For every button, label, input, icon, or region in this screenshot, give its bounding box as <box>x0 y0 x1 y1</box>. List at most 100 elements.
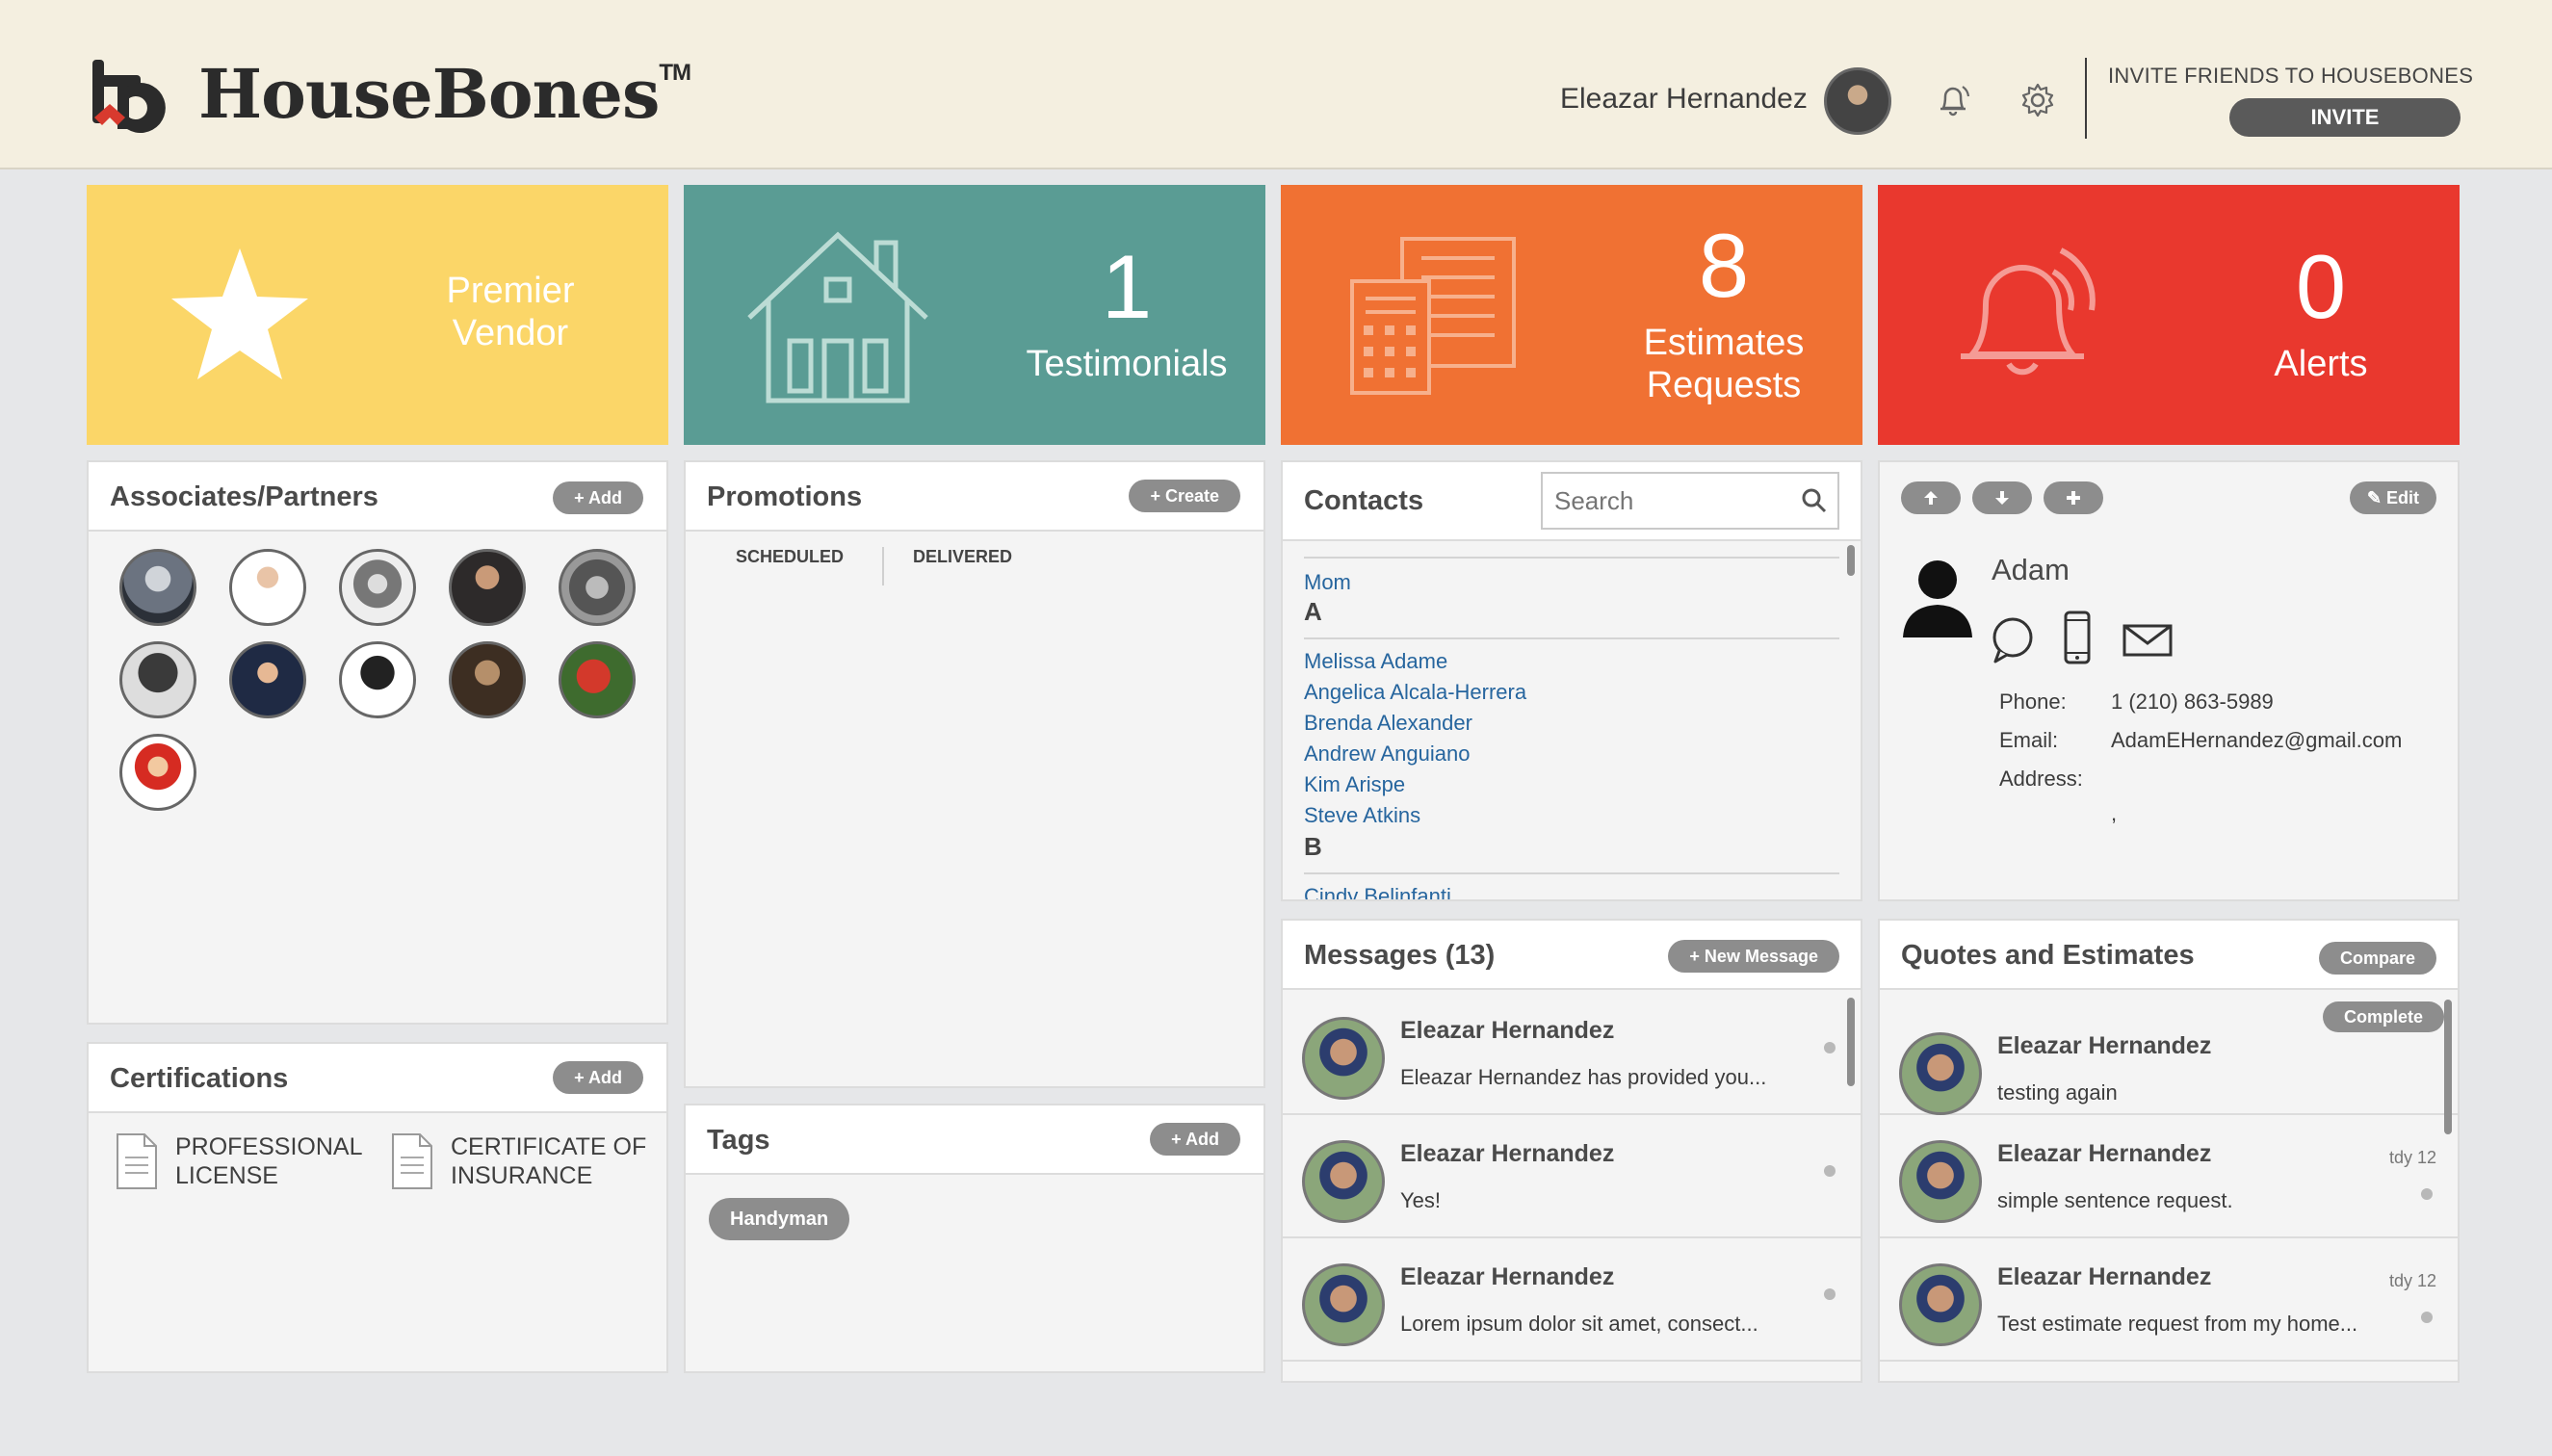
requester-avatar <box>1899 1032 1982 1115</box>
contacts-scrollbar[interactable] <box>1847 545 1855 576</box>
requester-name: Eleazar Hernandez <box>1997 1140 2212 1167</box>
associate-avatar[interactable] <box>229 549 306 626</box>
message-item[interactable]: Eleazar Hernandez Eleazar Hernandez has … <box>1283 992 1861 1115</box>
add-certification-button[interactable]: + Add <box>553 1061 643 1094</box>
tags-title: Tags <box>707 1125 770 1156</box>
contact-link[interactable]: Angelica Alcala-Herrera <box>1304 680 1526 705</box>
contact-divider <box>1304 872 1839 874</box>
quote-item[interactable]: Eleazar Hernandez simple sentence reques… <box>1880 1115 2458 1238</box>
associate-avatar[interactable] <box>119 549 196 626</box>
house-icon <box>747 231 928 403</box>
arrow-up-icon <box>1924 491 1938 505</box>
associate-avatar[interactable] <box>559 549 636 626</box>
associate-avatar[interactable] <box>119 734 196 811</box>
associate-avatar[interactable] <box>559 641 636 718</box>
plus-icon <box>2067 491 2080 505</box>
compare-button[interactable]: Compare <box>2318 942 2436 975</box>
testimonials-count: 1 <box>1101 236 1153 337</box>
add-contact-button[interactable] <box>2044 481 2103 514</box>
contacts-search[interactable] <box>1541 472 1839 530</box>
estimates-tile[interactable]: 8 Estimates Requests <box>1281 185 1862 445</box>
invite-prompt: INVITE FRIENDS TO HOUSEBONES <box>2108 64 2474 88</box>
quote-date: tdy 12 <box>2388 1148 2436 1167</box>
associate-avatar[interactable] <box>339 641 416 718</box>
quotes-scrollbar[interactable] <box>2444 1000 2452 1134</box>
tab-scheduled[interactable]: SCHEDULED <box>736 547 844 567</box>
add-associate-button[interactable]: + Add <box>553 481 643 514</box>
associate-avatar[interactable] <box>449 549 526 626</box>
email-envelope-icon[interactable] <box>2122 624 2173 657</box>
quotes-title: Quotes and Estimates <box>1901 940 2195 971</box>
edit-contact-button[interactable]: ✎ Edit <box>2349 481 2436 514</box>
testimonials-tile[interactable]: 1 Testimonials <box>684 185 1265 445</box>
star-icon <box>171 248 308 379</box>
document-icon <box>117 1133 157 1189</box>
alerts-tile[interactable]: 0 Alerts <box>1878 185 2460 445</box>
contact-link[interactable]: Brenda Alexander <box>1304 711 1472 736</box>
user-avatar[interactable] <box>1824 67 1891 135</box>
notification-bell-icon[interactable] <box>1932 79 1974 121</box>
certifications-title: Certifications <box>110 1063 289 1094</box>
address-value: , <box>2111 801 2118 825</box>
contact-link[interactable]: Steve Atkins <box>1304 803 1420 828</box>
contacts-title: Contacts <box>1304 485 1424 516</box>
phone-value[interactable]: 1 (210) 863-5989 <box>2111 689 2274 715</box>
contact-link[interactable]: Kim Arispe <box>1304 772 1405 797</box>
cert-professional-license[interactable]: PROFESSIONAL LICENSE <box>116 1132 363 1190</box>
associate-avatar[interactable] <box>119 641 196 718</box>
invite-button[interactable]: INVITE <box>2229 98 2461 137</box>
requester-avatar <box>1899 1263 1982 1346</box>
certifications-panel: Certifications + Add PROFESSIONAL LICENS… <box>87 1042 668 1373</box>
new-message-button[interactable]: + New Message <box>1668 940 1839 973</box>
associate-avatar[interactable] <box>229 641 306 718</box>
add-tag-button[interactable]: + Add <box>1150 1123 1240 1156</box>
contact-link[interactable]: Cindy Belinfanti <box>1304 884 1451 899</box>
quote-item[interactable]: Eleazar Hernandez testing again <box>1880 992 2458 1115</box>
promotions-title: Promotions <box>707 481 863 512</box>
contact-link[interactable]: Mom <box>1304 570 1351 595</box>
housebones-logo[interactable]: HouseBonesTM <box>89 54 691 134</box>
estimates-count: 8 <box>1698 215 1750 316</box>
contact-name: Adam <box>1992 553 2070 586</box>
contacts-header: Contacts <box>1283 462 1861 541</box>
message-item[interactable]: Eleazar Hernandez Lorem ipsum dolor sit … <box>1283 1238 1861 1362</box>
contact-detail-panel: ✎ Edit Adam Phone: 1 (210) 863-5989 Emai… <box>1878 460 2460 901</box>
tags-header: Tags + Add <box>686 1105 1263 1175</box>
contact-link[interactable]: Andrew Anguiano <box>1304 741 1470 767</box>
premier-vendor-tile[interactable]: Premier Vendor <box>87 185 668 445</box>
chat-bubble-icon[interactable] <box>1990 616 2036 664</box>
associates-panel: Associates/Partners + Add <box>87 460 668 1025</box>
message-preview: Yes! <box>1400 1188 1442 1212</box>
sender-name: Eleazar Hernandez <box>1400 1140 1615 1167</box>
search-icon[interactable] <box>1801 487 1828 514</box>
cert-insurance[interactable]: CERTIFICATE OF INSURANCE <box>391 1132 646 1190</box>
sender-avatar <box>1302 1263 1385 1346</box>
quotes-panel: Quotes and Estimates Compare Complete El… <box>1878 919 2460 1383</box>
associate-avatar[interactable] <box>449 641 526 718</box>
user-name[interactable]: Eleazar Hernandez <box>1560 83 1808 116</box>
settings-gear-icon[interactable] <box>2017 79 2059 121</box>
move-down-button[interactable] <box>1972 481 2032 514</box>
message-item[interactable]: Eleazar Hernandez Yes! <box>1283 1115 1861 1238</box>
messages-scrollbar[interactable] <box>1847 998 1855 1086</box>
quotes-header: Quotes and Estimates Compare <box>1880 921 2458 990</box>
requester-avatar <box>1899 1140 1982 1223</box>
promotions-panel: Promotions + Create SCHEDULED DELIVERED <box>684 460 1265 1088</box>
tag-handyman[interactable]: Handyman <box>709 1198 850 1240</box>
sender-avatar <box>1302 1017 1385 1100</box>
create-promotion-button[interactable]: + Create <box>1129 480 1240 512</box>
document-icon <box>392 1133 432 1189</box>
associate-avatar[interactable] <box>339 549 416 626</box>
email-value[interactable]: AdamEHernandez@gmail.com <box>2111 728 2402 753</box>
tags-panel: Tags + Add Handyman <box>684 1104 1265 1373</box>
housebones-logo-icon <box>92 59 166 133</box>
contact-link[interactable]: Melissa Adame <box>1304 649 1447 674</box>
move-up-button[interactable] <box>1901 481 1961 514</box>
person-icon <box>1903 560 1972 637</box>
tab-divider <box>882 547 884 585</box>
contacts-search-input[interactable] <box>1543 474 1784 528</box>
mobile-phone-icon[interactable] <box>2063 611 2092 664</box>
phone-label: Phone: <box>1999 689 2067 714</box>
tab-delivered[interactable]: DELIVERED <box>913 547 1012 567</box>
quote-item[interactable]: Eleazar Hernandez Test estimate request … <box>1880 1238 2458 1362</box>
